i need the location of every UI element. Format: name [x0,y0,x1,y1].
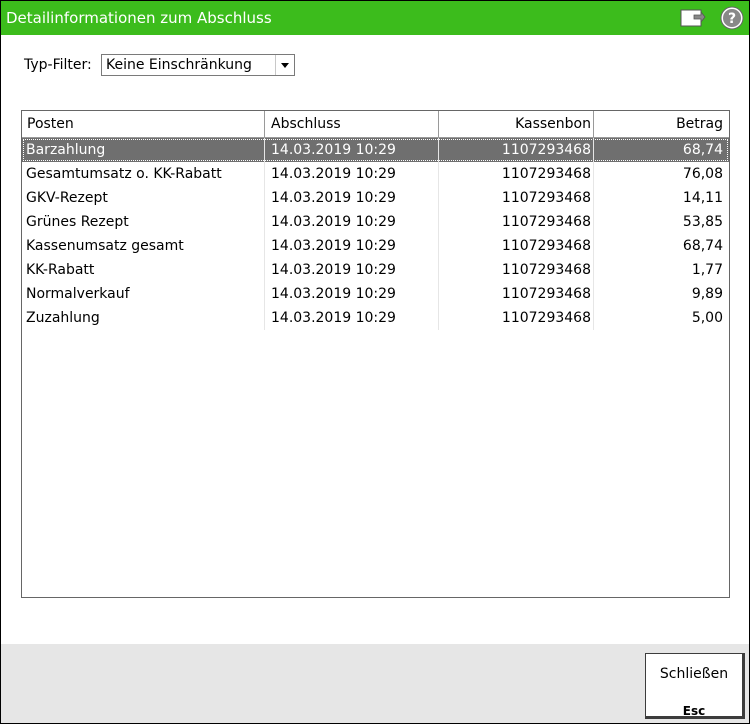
table-row[interactable]: GKV-Rezept 14.03.2019 10:29 1107293468 1… [22,186,729,210]
close-button[interactable]: Schließen Esc [645,653,745,719]
cell-abschluss: 14.03.2019 10:29 [265,210,439,234]
column-header-kassenbon[interactable]: Kassenbon [439,111,594,137]
cell-kassenbon: 1107293468 [439,210,594,234]
chevron-down-icon[interactable] [275,55,294,75]
dialog-window: Detailinformationen zum Abschluss ? Typ-… [0,0,750,724]
table-row[interactable]: Normalverkauf 14.03.2019 10:29 110729346… [22,282,729,306]
column-header-betrag[interactable]: Betrag [594,111,729,137]
cell-posten: Grünes Rezept [22,210,265,234]
cell-betrag: 1,77 [691,262,723,278]
cell-kassenbon: 1107293468 [439,234,594,258]
cell-kassenbon: 1107293468 [439,162,594,186]
table-row[interactable]: Kassenumsatz gesamt 14.03.2019 10:29 110… [22,234,729,258]
cell-kassenbon: 1107293468 [439,306,594,330]
cell-betrag: 68,74 [682,142,723,158]
cell-betrag: 53,85 [682,214,723,230]
table-row[interactable]: Barzahlung 14.03.2019 10:29 1107293468 6… [22,138,729,162]
table-row[interactable]: Zuzahlung 14.03.2019 10:29 1107293468 5,… [22,306,729,330]
cell-kassenbon: 1107293468 [439,282,594,306]
close-button-shortcut: Esc [682,704,706,718]
cell-posten: KK-Rabatt [22,258,265,282]
cell-posten: GKV-Rezept [22,186,265,210]
cell-abschluss: 14.03.2019 10:29 [265,186,439,210]
cell-posten: Barzahlung [22,138,265,162]
cell-posten: Normalverkauf [22,282,265,306]
table-header: Posten Abschluss Kassenbon Betrag [22,111,729,138]
table-body: Barzahlung 14.03.2019 10:29 1107293468 6… [22,138,729,330]
cell-abschluss: 14.03.2019 10:29 [265,138,439,162]
svg-text:?: ? [728,11,736,27]
window-title: Detailinformationen zum Abschluss [6,9,272,27]
cell-kassenbon: 1107293468 [439,258,594,282]
cell-betrag: 9,89 [691,286,723,302]
cell-posten: Zuzahlung [22,306,265,330]
document-icon[interactable] [680,9,706,27]
help-icon[interactable]: ? [720,6,744,30]
type-filter-label: Typ-Filter: [24,57,92,73]
type-filter-value: Keine Einschränkung [106,57,252,73]
cell-abschluss: 14.03.2019 10:29 [265,306,439,330]
cell-kassenbon: 1107293468 [439,186,594,210]
table-row[interactable]: Grünes Rezept 14.03.2019 10:29 110729346… [22,210,729,234]
table-row[interactable]: Gesamtumsatz o. KK-Rabatt 14.03.2019 10:… [22,162,729,186]
footer-bar: Schließen Esc [1,644,749,723]
cell-betrag: 5,00 [691,310,723,326]
cell-kassenbon: 1107293468 [439,138,594,162]
cell-abschluss: 14.03.2019 10:29 [265,282,439,306]
cell-abschluss: 14.03.2019 10:29 [265,234,439,258]
cell-posten: Kassenumsatz gesamt [22,234,265,258]
detail-table[interactable]: Posten Abschluss Kassenbon Betrag Barzah… [21,110,730,598]
cell-posten: Gesamtumsatz o. KK-Rabatt [22,162,265,186]
cell-betrag: 14,11 [682,190,723,206]
cell-betrag: 76,08 [682,166,723,182]
title-bar: Detailinformationen zum Abschluss ? [1,1,749,35]
column-header-posten[interactable]: Posten [22,111,265,137]
cell-abschluss: 14.03.2019 10:29 [265,162,439,186]
cell-abschluss: 14.03.2019 10:29 [265,258,439,282]
column-header-abschluss[interactable]: Abschluss [265,111,439,137]
cell-betrag: 68,74 [682,238,723,254]
type-filter-dropdown[interactable]: Keine Einschränkung [101,54,295,76]
close-button-label: Schließen [659,666,729,682]
table-row[interactable]: KK-Rabatt 14.03.2019 10:29 1107293468 1,… [22,258,729,282]
